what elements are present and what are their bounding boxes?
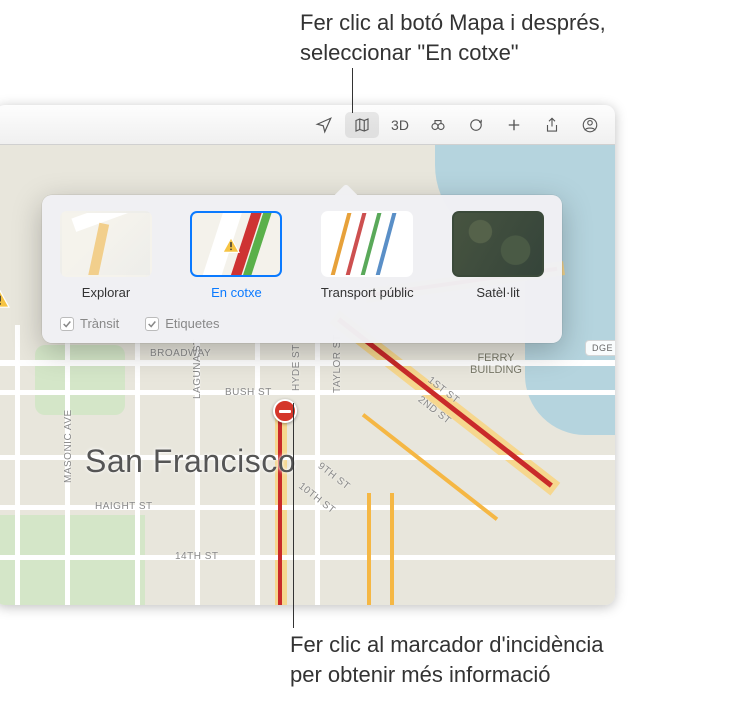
road [0,390,615,395]
map-canvas[interactable]: ARGUELLO BLVD MASONIC AVE HAIGHT ST BROA… [0,145,615,605]
check-label: Etiquetes [165,316,219,331]
mode-label: Explorar [82,285,130,300]
three-d-button[interactable]: 3D [383,112,417,138]
road [15,325,20,605]
traffic-heavy [278,407,282,605]
location-arrow-icon [315,116,333,134]
three-d-label: 3D [391,117,409,133]
no-entry-icon [279,410,291,413]
callout-line [352,68,353,113]
street-label: LAGUNA ST [192,338,203,399]
traffic-medium [367,493,371,605]
location-button[interactable] [307,112,341,138]
rotate-button[interactable] [459,112,493,138]
share-button[interactable] [535,112,569,138]
rotate-icon [467,116,485,134]
checkbox-icon [145,317,159,331]
park [35,345,125,415]
check-label: Trànsit [80,316,119,331]
mode-satellite[interactable]: Satèl·lit [452,211,544,300]
street-label: HAIGHT ST [95,501,153,512]
binoculars-icon [429,116,447,134]
map-mode-button[interactable] [345,112,379,138]
callout-top-text: Fer clic al botó Mapa i després, selecci… [300,10,606,65]
road [0,555,615,560]
check-transit[interactable]: Trànsit [60,316,119,331]
add-button[interactable] [497,112,531,138]
check-labels[interactable]: Etiquetes [145,316,219,331]
mode-thumb-satellite [452,211,544,277]
maps-window: 3D [0,105,615,605]
hazard-icon [222,237,240,253]
mode-thumb-transit [321,211,413,277]
mode-drive[interactable]: En cotxe [190,211,282,300]
account-button[interactable] [573,112,607,138]
mode-label: En cotxe [211,285,262,300]
map-mode-popover: Explorar En cotxe Transport públic [42,195,562,343]
mode-thumb-explore [60,211,152,277]
road [0,505,615,510]
park [0,515,145,605]
check-row: Trànsit Etiquetes [60,314,544,331]
road [0,360,615,366]
look-around-button[interactable] [421,112,455,138]
mode-thumb-drive [190,211,282,277]
map-badge: DGE [585,340,615,356]
mode-transit[interactable]: Transport públic [321,211,414,300]
street-label: HYDE ST [291,344,302,391]
callout-line [293,403,294,628]
callout-top: Fer clic al botó Mapa i després, selecci… [300,8,606,67]
map-icon [353,116,371,134]
traffic-medium [390,493,394,605]
street-label: BUSH ST [225,387,272,398]
street-label: 9TH ST [316,461,352,493]
callout-bottom: Fer clic al marcador d'incidència per ob… [290,630,604,689]
toolbar: 3D [0,105,615,145]
poi-ferry-building: FERRY BUILDING [470,352,522,376]
mode-label: Satèl·lit [476,285,519,300]
street-label: TAYLOR ST [332,334,343,393]
account-icon [581,116,599,134]
street-label: 14TH ST [175,551,219,562]
mode-row: Explorar En cotxe Transport públic [60,211,544,300]
mode-label: Transport públic [321,285,414,300]
street-label: ARGUELLO BLVD [0,356,1,445]
checkbox-icon [60,317,74,331]
callout-bottom-text: Fer clic al marcador d'incidència per ob… [290,632,604,687]
hazard-marker[interactable] [0,290,10,308]
street-label: MASONIC AVE [63,409,74,483]
share-icon [543,116,561,134]
mode-explore[interactable]: Explorar [60,211,152,300]
city-label: San Francisco [85,443,296,480]
plus-icon [505,116,523,134]
